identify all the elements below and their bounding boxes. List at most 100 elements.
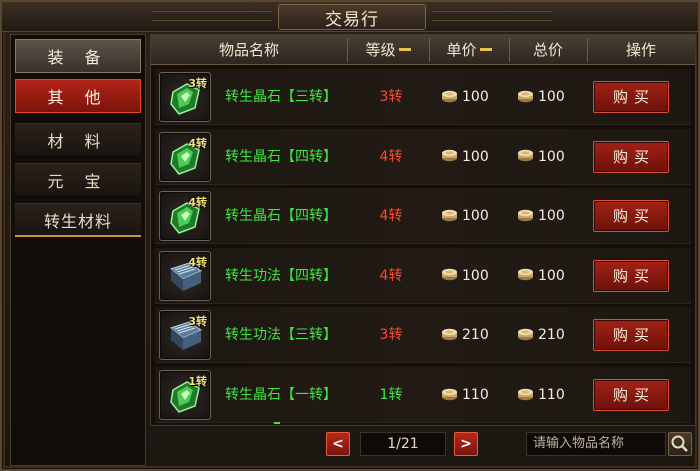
item-name: 转生晶石【四转】 — [225, 148, 337, 165]
item-level: 4转 — [379, 208, 403, 225]
header-level-label: 等级 — [365, 41, 396, 59]
item-level: 3转 — [379, 89, 403, 105]
header-action: 操作 — [625, 41, 656, 59]
tier-badge: 4转 — [188, 196, 207, 210]
unit-price: 210 — [441, 307, 489, 363]
unit-price-value: 100 — [462, 89, 489, 105]
unit-price-value: 210 — [462, 327, 489, 344]
header-total-price: 总价 — [532, 41, 563, 59]
yuanbao-icon — [517, 387, 538, 403]
category-materials[interactable]: 材 料 — [15, 123, 141, 157]
yuanbao-icon — [517, 89, 538, 105]
buy-button[interactable]: 购买 — [593, 140, 669, 173]
tier-badge: 4转 — [188, 255, 207, 269]
buy-button[interactable]: 购买 — [593, 259, 669, 292]
search-input[interactable]: 请输入物品名称 — [526, 432, 666, 456]
total-price: 100 — [517, 129, 565, 185]
yuanbao-icon — [517, 208, 538, 224]
total-price-value: 110 — [538, 387, 565, 403]
buy-button[interactable]: 购买 — [593, 81, 669, 113]
buy-button[interactable]: 购买 — [593, 200, 669, 233]
table-row: 4转 转生晶石【四转】 4转 100 100 购买 — [155, 188, 691, 245]
unit-price-value: 110 — [462, 387, 489, 403]
item-slot[interactable]: 3转 — [159, 310, 211, 361]
item-level: 1转 — [379, 387, 403, 403]
item-name: 转生晶石【三转】 — [225, 89, 337, 105]
window-title: 交易行 — [278, 4, 426, 30]
yuanbao-icon — [441, 387, 462, 403]
tier-badge: 3转 — [188, 77, 207, 90]
yuanbao-icon — [517, 149, 538, 165]
title-ornament-right — [432, 11, 552, 21]
tier-badge: 4转 — [188, 136, 207, 150]
item-level: 4转 — [379, 148, 403, 165]
yuanbao-icon — [517, 327, 538, 343]
sort-indicator-icon — [479, 48, 492, 51]
category-other[interactable]: 其 他 — [15, 79, 141, 113]
total-price-value: 100 — [538, 148, 565, 165]
item-slot[interactable]: 4转 — [159, 131, 211, 182]
trading-house-window: 交易行 装 备 其 他 材 料 元 宝 转生材料 物品名称 等级 单价 总价 操… — [0, 0, 700, 471]
total-price: 100 — [517, 248, 565, 304]
item-slot[interactable]: 3转 — [159, 72, 211, 122]
scroll-indicator — [274, 422, 280, 424]
prev-page-button[interactable]: < — [326, 432, 350, 456]
item-name: 转生晶石【四转】 — [225, 208, 337, 225]
item-slot[interactable]: 4转 — [159, 250, 211, 301]
item-slot[interactable]: 1转 — [159, 370, 211, 420]
item-level: 4转 — [379, 267, 403, 284]
unit-price: 100 — [441, 69, 489, 125]
total-price-value: 100 — [538, 267, 565, 284]
buy-button[interactable]: 购买 — [593, 379, 669, 411]
sort-indicator-icon — [398, 48, 411, 51]
category-rebirth-materials[interactable]: 转生材料 — [15, 203, 141, 237]
header-level[interactable]: 等级 — [347, 35, 429, 65]
header-item-name: 物品名称 — [218, 41, 279, 59]
total-price-value: 100 — [538, 208, 565, 225]
search-icon — [671, 435, 688, 452]
item-slot[interactable]: 4转 — [159, 191, 211, 242]
total-price: 210 — [517, 307, 565, 363]
table-row: 1转 转生晶石【一转】 1转 110 110 购买 — [155, 367, 691, 423]
item-name: 转生功法【三转】 — [225, 327, 337, 344]
header-unit-price-label: 单价 — [446, 41, 477, 59]
next-page-button[interactable]: > — [454, 432, 478, 456]
table-header: 物品名称 等级 单价 总价 操作 — [151, 35, 695, 65]
table-row: 3转 转生功法【三转】 3转 210 210 购买 — [155, 307, 691, 364]
unit-price: 100 — [441, 129, 489, 185]
yuanbao-icon — [441, 208, 462, 224]
tier-badge: 3转 — [188, 315, 207, 329]
table-row: 3转 转生晶石【三转】 3转 100 100 购买 — [155, 69, 691, 125]
unit-price-value: 100 — [462, 208, 489, 225]
unit-price: 100 — [441, 248, 489, 304]
listing-table: 物品名称 等级 单价 总价 操作 3转 转生晶石【三转】 3转 100 100 购买 4转转… — [150, 34, 696, 426]
total-price-value: 100 — [538, 89, 565, 105]
unit-price: 110 — [441, 367, 489, 423]
total-price: 100 — [517, 69, 565, 125]
yuanbao-icon — [441, 89, 462, 105]
table-row: 4转 转生功法【四转】 4转 100 100 购买 — [155, 247, 691, 304]
search-button[interactable] — [668, 432, 692, 456]
category-equipment[interactable]: 装 备 — [15, 39, 141, 73]
category-sidebar: 装 备 其 他 材 料 元 宝 转生材料 — [10, 34, 146, 466]
category-yuanbao[interactable]: 元 宝 — [15, 163, 141, 197]
total-price: 100 — [517, 188, 565, 244]
yuanbao-icon — [517, 268, 538, 284]
table-row: 4转 转生晶石【四转】 4转 100 100 购买 — [155, 128, 691, 185]
unit-price-value: 100 — [462, 148, 489, 165]
page-indicator: 1/21 — [360, 432, 446, 456]
total-price: 110 — [517, 367, 565, 423]
title-ornament-left — [152, 11, 272, 21]
item-level: 3转 — [379, 327, 403, 344]
header-unit-price[interactable]: 单价 — [429, 35, 509, 65]
item-name: 转生功法【四转】 — [225, 267, 337, 284]
yuanbao-icon — [441, 327, 462, 343]
item-name: 转生晶石【一转】 — [225, 387, 337, 403]
unit-price: 100 — [441, 188, 489, 244]
title-bar: 交易行 — [2, 2, 698, 32]
unit-price-value: 100 — [462, 267, 489, 284]
buy-button[interactable]: 购买 — [593, 319, 669, 352]
yuanbao-icon — [441, 149, 462, 165]
yuanbao-icon — [441, 268, 462, 284]
total-price-value: 210 — [538, 327, 565, 344]
